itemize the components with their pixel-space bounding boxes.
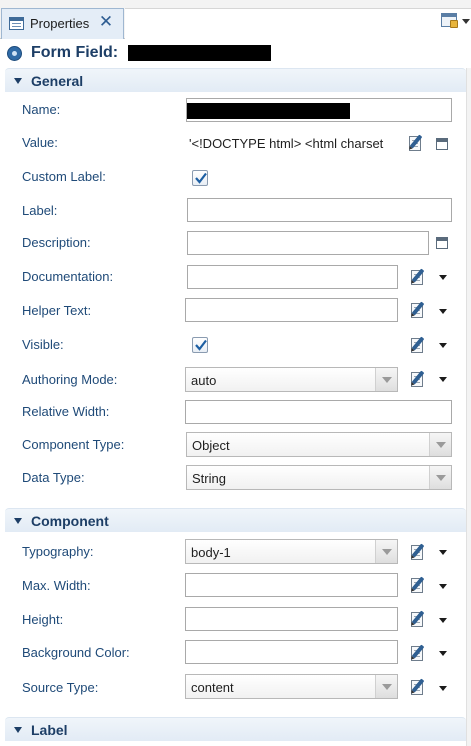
chevron-down-icon[interactable] xyxy=(439,686,447,691)
properties-header: Form Field: xyxy=(0,39,471,68)
section-general-title: General xyxy=(31,73,84,89)
height-label: Height: xyxy=(22,612,64,627)
documentation-field[interactable] xyxy=(187,265,398,289)
section-label-header[interactable]: Label xyxy=(5,717,466,741)
helper-text-label: Helper Text: xyxy=(22,303,92,318)
visible-checkbox[interactable] xyxy=(192,337,208,353)
open-dialog-icon[interactable] xyxy=(436,237,448,249)
data-type-label: Data Type: xyxy=(22,470,85,485)
authoring-mode-label: Authoring Mode: xyxy=(22,372,118,387)
relative-width-field[interactable] xyxy=(185,400,452,424)
chevron-down-icon[interactable] xyxy=(439,377,447,382)
edit-helper-text-icon[interactable] xyxy=(409,301,427,319)
chevron-down-icon[interactable] xyxy=(439,584,447,589)
label-field[interactable] xyxy=(187,198,452,222)
custom-label-label: Custom Label: xyxy=(22,169,106,184)
documentation-label: Documentation: xyxy=(22,269,114,284)
component-type-select[interactable]: Object xyxy=(186,432,452,457)
label-label: Label: xyxy=(22,203,58,218)
description-label: Description: xyxy=(22,235,91,250)
background-color-label: Background Color: xyxy=(22,645,130,660)
helper-text-field[interactable] xyxy=(185,298,398,322)
max-width-field[interactable] xyxy=(185,573,398,597)
section-general-header[interactable]: General xyxy=(5,68,466,92)
pin-view-icon[interactable] xyxy=(441,13,459,29)
name-label: Name: xyxy=(22,102,61,117)
collapse-triangle-icon[interactable] xyxy=(14,78,22,84)
edit-visible-icon[interactable] xyxy=(409,336,427,354)
collapse-triangle-icon[interactable] xyxy=(14,727,22,733)
collapse-triangle-icon[interactable] xyxy=(14,518,22,524)
component-type-label: Component Type: xyxy=(22,437,125,452)
background-color-field[interactable] xyxy=(185,640,398,664)
edit-background-color-icon[interactable] xyxy=(409,644,427,662)
chevron-down-icon[interactable] xyxy=(439,618,447,623)
data-type-select[interactable]: String xyxy=(186,465,452,490)
visible-label: Visible: xyxy=(22,337,64,352)
custom-label-checkbox[interactable] xyxy=(192,170,208,186)
chevron-down-icon[interactable] xyxy=(439,275,447,280)
chevron-down-icon[interactable] xyxy=(429,433,451,456)
name-field[interactable] xyxy=(186,98,452,122)
edit-max-width-icon[interactable] xyxy=(409,576,427,594)
tab-properties-label: Properties xyxy=(30,16,90,31)
value-label: Value: xyxy=(22,135,58,150)
chevron-down-icon[interactable] xyxy=(439,309,447,314)
close-icon[interactable]: ✕ xyxy=(97,13,115,31)
typography-label: Typography: xyxy=(22,544,94,559)
chevron-down-icon[interactable] xyxy=(375,540,397,563)
value-text: '<!DOCTYPE html> <html charset xyxy=(189,136,384,151)
section-component-title: Component xyxy=(31,513,109,529)
edit-authoring-mode-icon[interactable] xyxy=(409,370,427,388)
max-width-label: Max. Width: xyxy=(22,578,91,593)
form-field-icon xyxy=(7,46,22,61)
chevron-down-icon[interactable] xyxy=(375,675,397,698)
description-field[interactable] xyxy=(187,231,429,255)
page-title: Form Field: xyxy=(31,44,119,61)
chevron-down-icon[interactable] xyxy=(429,466,451,489)
height-field[interactable] xyxy=(185,607,398,631)
edit-typography-icon[interactable] xyxy=(409,543,427,561)
redacted-name-value xyxy=(187,103,350,119)
vertical-scrollbar[interactable] xyxy=(466,68,471,746)
source-type-label: Source Type: xyxy=(22,680,99,695)
chevron-down-icon[interactable] xyxy=(439,343,447,348)
view-tab-bar: Properties ✕ xyxy=(0,0,471,39)
view-menu-chevron-down-icon[interactable] xyxy=(462,19,470,24)
redacted-field-name xyxy=(128,45,271,61)
edit-documentation-icon[interactable] xyxy=(409,268,427,286)
chevron-down-icon[interactable] xyxy=(439,550,447,555)
properties-view-icon xyxy=(9,17,24,30)
edit-value-icon[interactable] xyxy=(407,134,425,152)
relative-width-label: Relative Width: xyxy=(22,404,110,419)
section-label-title: Label xyxy=(31,722,68,738)
open-dialog-icon[interactable] xyxy=(436,138,448,150)
typography-select[interactable]: body-1 xyxy=(185,539,398,564)
edit-source-type-icon[interactable] xyxy=(409,678,427,696)
chevron-down-icon[interactable] xyxy=(375,368,397,391)
edit-height-icon[interactable] xyxy=(409,610,427,628)
authoring-mode-select[interactable]: auto xyxy=(185,367,398,392)
tab-bar-empty-area xyxy=(125,8,471,39)
chevron-down-icon[interactable] xyxy=(439,651,447,656)
section-component-header[interactable]: Component xyxy=(5,508,466,532)
source-type-select[interactable]: content xyxy=(185,674,398,699)
tab-properties[interactable]: Properties ✕ xyxy=(1,8,124,39)
